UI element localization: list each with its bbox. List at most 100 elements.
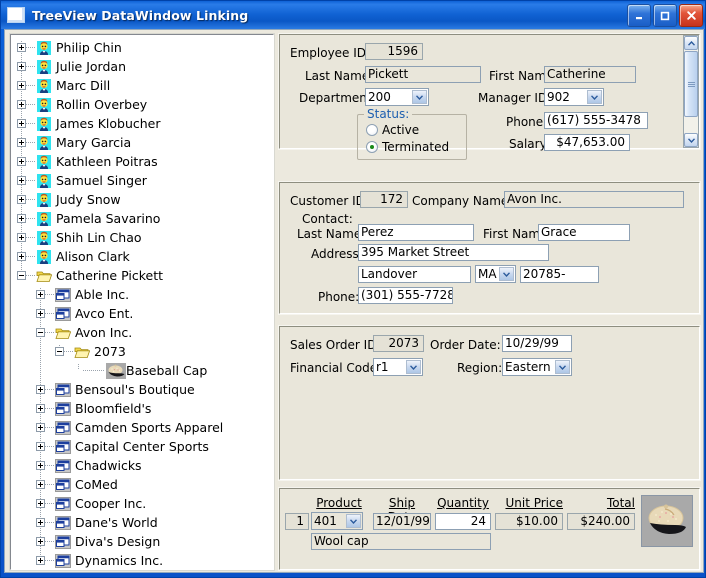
contact-first-name-input[interactable]: Grace [538, 224, 630, 241]
status-radio-terminated[interactable]: Terminated [366, 140, 449, 154]
contact-label: Contact: [302, 212, 353, 226]
collapse-icon[interactable] [17, 271, 26, 280]
tree-node[interactable]: Samuel Singer [11, 171, 273, 190]
close-button[interactable] [679, 4, 703, 27]
customer-phone-input[interactable]: (301) 555-7728 [358, 287, 453, 304]
tree-node[interactable]: Pamela Savarino [11, 209, 273, 228]
tree-node[interactable]: Marc Dill [11, 76, 273, 95]
expand-icon[interactable] [17, 233, 26, 242]
minimize-button[interactable] [627, 4, 651, 27]
tree-node[interactable]: Capital Center Sports [11, 437, 273, 456]
tree-node[interactable]: Baseball Cap [11, 361, 273, 380]
scroll-up-button[interactable] [684, 36, 698, 50]
window-controls [627, 4, 703, 27]
tree-node[interactable]: Able Inc. [11, 285, 273, 304]
last-name-input[interactable]: Pickett [365, 66, 481, 83]
contact-last-name-input[interactable]: Perez [358, 224, 474, 241]
tree-node[interactable]: Chadwicks [11, 456, 273, 475]
tree-node[interactable]: Bloomfield's [11, 399, 273, 418]
product-combo[interactable]: 401 [311, 512, 363, 530]
expand-icon[interactable] [17, 157, 26, 166]
status-radio-active[interactable]: Active [366, 123, 419, 137]
expand-icon[interactable] [17, 43, 26, 52]
tree-node[interactable]: 2073 [11, 342, 273, 361]
tree-node[interactable]: Kathleen Poitras [11, 152, 273, 171]
chevron-down-icon[interactable] [346, 514, 361, 528]
employee-phone-input[interactable]: (617) 555-3478 [544, 112, 648, 129]
order-date-input[interactable]: 10/29/99 [502, 335, 572, 352]
expand-icon[interactable] [17, 81, 26, 90]
tree-node-spacer [74, 366, 83, 375]
tree-node[interactable]: Camden Sports Apparel [11, 418, 273, 437]
expand-icon[interactable] [17, 195, 26, 204]
tree-node[interactable]: Rollin Overbey [11, 95, 273, 114]
maximize-button[interactable] [653, 4, 677, 27]
expand-icon[interactable] [36, 480, 45, 489]
tree-node[interactable]: Diva's Design [11, 532, 273, 551]
expand-icon[interactable] [17, 100, 26, 109]
employee-tree[interactable]: Philip ChinJulie JordanMarc DillRollin O… [10, 34, 274, 570]
person-icon [36, 249, 52, 265]
expand-icon[interactable] [36, 499, 45, 508]
expand-icon[interactable] [36, 537, 45, 546]
tree-node[interactable]: Alison Clark [11, 247, 273, 266]
scroll-thumb[interactable] [684, 51, 698, 117]
financial-code-combo[interactable]: r1 [373, 358, 423, 376]
expand-icon[interactable] [36, 423, 45, 432]
tree-node[interactable]: Avon Inc. [11, 323, 273, 342]
region-combo[interactable]: Eastern [502, 358, 572, 376]
employee-panel-scrollbar[interactable] [683, 35, 699, 148]
person-icon [36, 116, 52, 132]
expand-icon[interactable] [36, 385, 45, 394]
company-name-input[interactable]: Avon Inc. [504, 191, 684, 208]
salary-input[interactable]: $47,653.00 [544, 134, 630, 151]
expand-icon[interactable] [17, 252, 26, 261]
expand-icon[interactable] [17, 214, 26, 223]
tree-node[interactable]: Shih Lin Chao [11, 228, 273, 247]
product-description-input[interactable]: Wool cap [311, 533, 491, 550]
tree-node[interactable]: James Klobucher [11, 114, 273, 133]
expand-icon[interactable] [36, 442, 45, 451]
tree-node[interactable]: Judy Snow [11, 190, 273, 209]
collapse-icon[interactable] [55, 347, 64, 356]
chevron-down-icon[interactable] [406, 360, 421, 374]
expand-icon[interactable] [36, 518, 45, 527]
tree-node[interactable]: Bensoul's Boutique [11, 380, 273, 399]
expand-icon[interactable] [17, 176, 26, 185]
tree-node[interactable]: Philip Chin [11, 38, 273, 57]
expand-icon[interactable] [36, 309, 45, 318]
tree-connector-dots [26, 47, 35, 48]
chevron-down-icon[interactable] [587, 90, 602, 104]
ship-date-input[interactable]: 12/01/99 [373, 513, 431, 530]
scroll-down-button[interactable] [684, 133, 698, 147]
tree-connector-dots [45, 294, 54, 295]
tree-node[interactable]: Cooper Inc. [11, 494, 273, 513]
tree-node[interactable]: Catherine Pickett [11, 266, 273, 285]
tree-node[interactable]: Dane's World [11, 513, 273, 532]
expand-icon[interactable] [36, 556, 45, 565]
quantity-input[interactable]: 24 [435, 513, 491, 530]
manager-id-combo[interactable]: 902 [544, 88, 604, 106]
expand-icon[interactable] [36, 290, 45, 299]
collapse-icon[interactable] [36, 328, 45, 337]
chevron-down-icon[interactable] [412, 90, 427, 104]
expand-icon[interactable] [17, 138, 26, 147]
tree-node[interactable]: Dynamics Inc. [11, 551, 273, 570]
city-input[interactable]: Landover [358, 266, 471, 283]
tree-node[interactable]: Julie Jordan [11, 57, 273, 76]
first-name-input[interactable]: Catherine [544, 66, 636, 83]
tree-node[interactable]: Avco Ent. [11, 304, 273, 323]
tree-node[interactable]: CoMed [11, 475, 273, 494]
chevron-down-icon[interactable] [555, 360, 570, 374]
state-combo[interactable]: MA [475, 265, 516, 283]
department-combo[interactable]: 200 [365, 88, 429, 106]
scroll-grip-icon [688, 82, 695, 87]
tree-node[interactable]: Mary Garcia [11, 133, 273, 152]
expand-icon[interactable] [36, 404, 45, 413]
expand-icon[interactable] [17, 119, 26, 128]
expand-icon[interactable] [17, 62, 26, 71]
expand-icon[interactable] [36, 461, 45, 470]
zip-input[interactable]: 20785- [520, 266, 599, 283]
chevron-down-icon[interactable] [499, 267, 514, 281]
address-input[interactable]: 395 Market Street [358, 244, 549, 261]
